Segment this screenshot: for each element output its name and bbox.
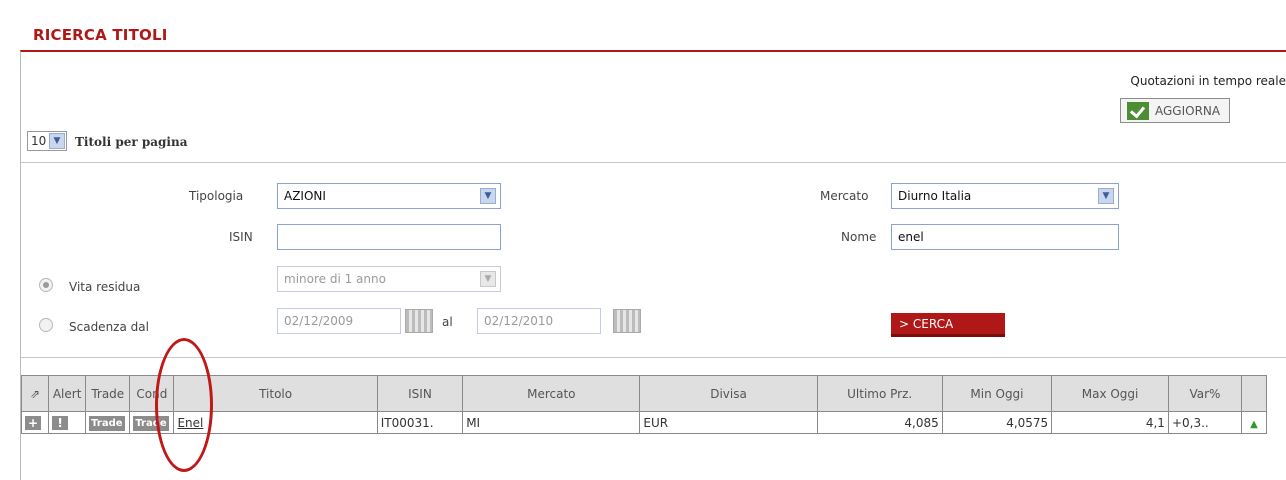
highlight-oval: [155, 338, 213, 472]
chevron-down-icon[interactable]: ▼: [480, 188, 496, 204]
add-cell: +: [20, 411, 50, 434]
alert-icon[interactable]: !: [52, 415, 69, 430]
nome-label: Nome: [841, 230, 877, 244]
mercato-value: Diurno Italia: [898, 189, 972, 203]
per-page-value: 10: [31, 134, 47, 148]
scadenza-from-input[interactable]: 02/12/2009: [277, 308, 401, 334]
trade-cell: Trade: [85, 411, 131, 434]
col-header[interactable]: Divisa: [639, 375, 818, 412]
nome-input[interactable]: enel: [891, 224, 1119, 250]
al-label: al: [442, 315, 453, 329]
up-arrow-icon: ▲: [1250, 418, 1258, 430]
col-header[interactable]: Mercato: [462, 375, 641, 412]
var-cell: +0,3..: [1167, 411, 1242, 434]
col-header: Trade: [85, 375, 131, 412]
vita-residua-select[interactable]: minore di 1 anno ▼: [277, 266, 501, 292]
tipologia-value: AZIONI: [284, 189, 326, 203]
scadenza-label: Scadenza dal: [69, 320, 149, 334]
tipologia-label: Tipologia: [189, 189, 244, 203]
col-header[interactable]: Ultimo Prz.: [816, 375, 943, 412]
vita-residua-label: Vita residua: [69, 280, 141, 294]
chevron-down-icon[interactable]: ▼: [49, 133, 65, 149]
col-header: [1240, 375, 1268, 412]
vita-residua-value: minore di 1 anno: [284, 272, 386, 286]
isin-cell: IT00031.: [376, 411, 464, 434]
mercato-select[interactable]: Diurno Italia ▼: [891, 183, 1119, 209]
scadenza-to-input[interactable]: 02/12/2010: [477, 308, 601, 334]
mercato-label: Mercato: [820, 189, 869, 203]
scadenza-radio[interactable]: [39, 318, 53, 332]
vita-residua-radio[interactable]: [39, 278, 53, 292]
col-header[interactable]: Min Oggi: [941, 375, 1053, 412]
chevron-down-icon[interactable]: ▼: [480, 271, 496, 287]
ultimo-cell: 4,085: [816, 411, 943, 434]
isin-input[interactable]: [277, 224, 501, 250]
col-header: Alert: [48, 375, 87, 412]
per-page-select[interactable]: 10 ▼: [27, 131, 67, 151]
mercato-cell: MI: [462, 411, 641, 434]
divider: [21, 162, 1286, 163]
alert-cell: !: [48, 411, 87, 434]
col-header[interactable]: Max Oggi: [1051, 375, 1169, 412]
plus-icon[interactable]: +: [25, 415, 41, 430]
divisa-cell: EUR: [639, 411, 818, 434]
trade-button[interactable]: Trade: [89, 415, 125, 431]
trend-cell: ▲: [1240, 411, 1268, 434]
col-header[interactable]: ISIN: [376, 375, 464, 412]
calendar-icon[interactable]: [613, 309, 641, 333]
tipologia-select[interactable]: AZIONI ▼: [277, 183, 501, 209]
search-button[interactable]: > CERCA: [891, 313, 1005, 337]
refresh-button-label: AGGIORNA: [1155, 103, 1221, 118]
col-header[interactable]: Var%: [1167, 375, 1242, 412]
page-title: RICERCA TITOLI: [33, 26, 168, 44]
divider: [21, 357, 1286, 358]
chevron-down-icon[interactable]: ▼: [1098, 188, 1114, 204]
filter-icon[interactable]: ⇗: [20, 375, 50, 412]
max-cell: 4,1: [1051, 411, 1169, 434]
realtime-quotes-label: Quotazioni in tempo reale: [1130, 74, 1286, 88]
check-icon: [1127, 101, 1149, 120]
refresh-button[interactable]: AGGIORNA: [1120, 98, 1230, 123]
per-page-label: Titoli per pagina: [75, 135, 188, 149]
isin-label: ISIN: [229, 230, 253, 244]
calendar-icon[interactable]: [405, 309, 433, 333]
min-cell: 4,0575: [941, 411, 1053, 434]
